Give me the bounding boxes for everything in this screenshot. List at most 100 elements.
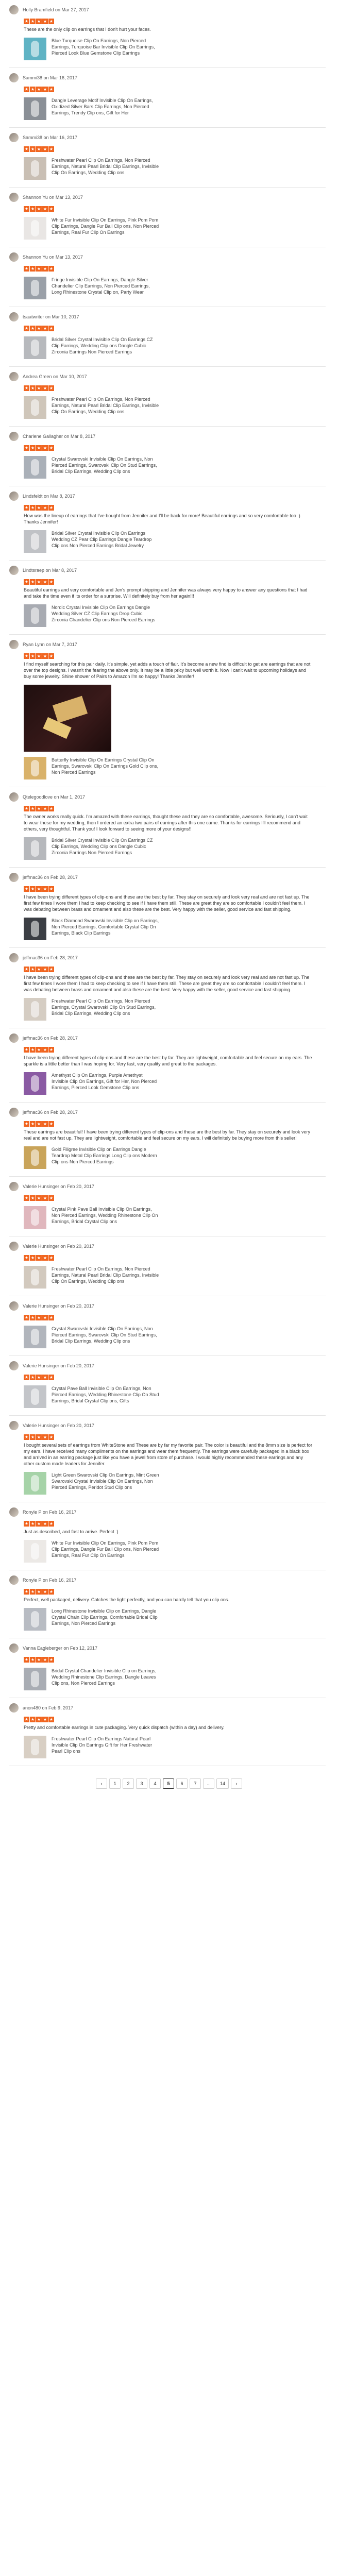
avatar[interactable] [9,1108,19,1117]
purchased-product[interactable]: Freshwater Pearl Clip On Earrings, Non P… [24,396,326,419]
reviewer-name-date[interactable]: Shannon Yu on Mar 13, 2017 [23,195,83,200]
product-thumbnail[interactable] [24,1608,46,1631]
reviewer-name-date[interactable]: Ronyle P on Feb 16, 2017 [23,1578,76,1583]
product-title-link[interactable]: Nordic Crystal Invisible Clip On Earring… [52,604,160,623]
purchased-product[interactable]: Bridal Crystal Chandelier Invisible Clip… [24,1668,326,1690]
product-title-link[interactable]: Gold Filigree Invisible Clip on Earrings… [52,1146,160,1165]
avatar[interactable] [9,1301,19,1311]
page-number-button[interactable]: 4 [149,1778,161,1789]
purchased-product[interactable]: Crystal Pink Pave Ball Invisible Clip On… [24,1206,326,1229]
product-thumbnail[interactable] [24,1472,46,1495]
product-thumbnail[interactable] [24,1206,46,1229]
prev-page-button[interactable]: ‹ [95,1778,107,1789]
purchased-product[interactable]: Dangle Leverage Motif Invisible Clip On … [24,97,326,120]
product-thumbnail[interactable] [24,604,46,627]
review-photo[interactable] [24,685,111,752]
page-number-button[interactable]: 7 [189,1778,201,1789]
page-number-button[interactable]: 6 [176,1778,188,1789]
next-page-button[interactable]: › [231,1778,242,1789]
purchased-product[interactable]: Bridal Silver Crystal Invisible Clip On … [24,530,326,553]
product-title-link[interactable]: Crystal Swarovski Invisible Clip On Earr… [52,456,160,474]
reviewer-name-date[interactable]: Valerie Hunsinger on Feb 20, 2017 [23,1184,94,1189]
reviewer-name-date[interactable]: Valerie Hunsinger on Feb 20, 2017 [23,1303,94,1309]
product-thumbnail[interactable] [24,918,46,940]
product-thumbnail[interactable] [24,757,46,779]
product-title-link[interactable]: Freshwater Pearl Clip On Earrings Natura… [52,1736,160,1754]
purchased-product[interactable]: Nordic Crystal Invisible Clip On Earring… [24,604,326,627]
avatar[interactable] [9,640,19,649]
purchased-product[interactable]: Freshwater Pearl Clip On Earrings, Non P… [24,157,326,180]
purchased-product[interactable]: Freshwater Pearl Clip On Earrings, Non P… [24,998,326,1021]
avatar[interactable] [9,432,19,441]
avatar[interactable] [9,252,19,262]
product-title-link[interactable]: Freshwater Pearl Clip On Earrings, Non P… [52,157,160,176]
product-thumbnail[interactable] [24,157,46,180]
product-thumbnail[interactable] [24,1540,46,1563]
reviewer-name-date[interactable]: jeffmac36 on Feb 28, 2017 [23,1110,78,1115]
product-thumbnail[interactable] [24,277,46,299]
product-thumbnail[interactable] [24,530,46,553]
purchased-product[interactable]: Crystal Swarovski Invisible Clip On Earr… [24,456,326,479]
product-thumbnail[interactable] [24,38,46,60]
avatar[interactable] [9,792,19,802]
reviewer-name-date[interactable]: anon480 on Feb 9, 2017 [23,1705,73,1710]
purchased-product[interactable]: Light Green Swarovski Clip On Earrings, … [24,1472,326,1495]
reviewer-name-date[interactable]: Lindtsraep on Mar 8, 2017 [23,568,77,573]
purchased-product[interactable]: Long Rhinestone Invisible Clip on Earrin… [24,1608,326,1631]
avatar[interactable] [9,1033,19,1043]
purchased-product[interactable]: Crystal Pave Ball Invisible Clip On Earr… [24,1385,326,1408]
avatar[interactable] [9,1643,19,1653]
product-title-link[interactable]: Blue Turquoise Clip On Earrings, Non Pie… [52,38,160,56]
product-thumbnail[interactable] [24,1266,46,1289]
avatar[interactable] [9,193,19,202]
avatar[interactable] [9,372,19,381]
product-title-link[interactable]: Long Rhinestone Invisible Clip on Earrin… [52,1608,160,1626]
product-title-link[interactable]: Freshwater Pearl Clip On Earrings, Non P… [52,998,160,1016]
purchased-product[interactable]: White Fur Invisible Clip On Earrings, Pi… [24,217,326,240]
reviewer-name-date[interactable]: Sammi38 on Mar 16, 2017 [23,135,77,140]
reviewer-name-date[interactable]: Vanna Eagleberger on Feb 12, 2017 [23,1646,97,1651]
reviewer-name-date[interactable]: jeffmac36 on Feb 28, 2017 [23,955,78,960]
avatar[interactable] [9,1361,19,1370]
avatar[interactable] [9,5,19,14]
purchased-product[interactable]: Amethyst Clip On Earrings, Purple Amethy… [24,1072,326,1095]
avatar[interactable] [9,1182,19,1191]
product-title-link[interactable]: Crystal Pink Pave Ball Invisible Clip On… [52,1206,160,1225]
page-number-button[interactable]: 5 [162,1778,174,1789]
reviewer-name-date[interactable]: tsaatwriter on Mar 10, 2017 [23,314,79,319]
avatar[interactable] [9,1575,19,1585]
avatar[interactable] [9,133,19,142]
reviewer-name-date[interactable]: Ronyle P on Feb 16, 2017 [23,1510,76,1515]
product-thumbnail[interactable] [24,456,46,479]
reviewer-name-date[interactable]: Lindsfeldt on Mar 8, 2017 [23,494,75,499]
reviewer-name-date[interactable]: Shannon Yu on Mar 13, 2017 [23,255,83,260]
product-title-link[interactable]: Black Diamond Swarovski Invisible Clip o… [52,918,160,936]
avatar[interactable] [9,1703,19,1713]
avatar[interactable] [9,953,19,962]
product-title-link[interactable]: Butterfly Invisible Clip On Earrings Cry… [52,757,160,775]
reviewer-name-date[interactable]: jeffmac36 on Feb 28, 2017 [23,875,78,880]
product-title-link[interactable]: White Fur Invisible Clip On Earrings, Pi… [52,217,160,235]
purchased-product[interactable]: Fringe Invisible Clip On Earrings, Dangl… [24,277,326,299]
product-title-link[interactable]: Fringe Invisible Clip On Earrings, Dangl… [52,277,160,295]
reviewer-name-date[interactable]: Andrea Green on Mar 10, 2017 [23,374,87,379]
product-title-link[interactable]: Bridal Crystal Chandelier Invisible Clip… [52,1668,160,1686]
product-title-link[interactable]: Dangle Leverage Motif Invisible Clip On … [52,97,160,116]
purchased-product[interactable]: White Fur Invisible Clip On Earrings, Pi… [24,1540,326,1563]
product-thumbnail[interactable] [24,998,46,1021]
product-title-link[interactable]: Crystal Pave Ball Invisible Clip On Earr… [52,1385,160,1404]
product-thumbnail[interactable] [24,217,46,240]
reviewer-name-date[interactable]: Sammi38 on Mar 16, 2017 [23,75,77,80]
reviewer-name-date[interactable]: Valerie Hunsinger on Feb 20, 2017 [23,1423,94,1428]
page-number-button[interactable]: 1 [109,1778,121,1789]
avatar[interactable] [9,566,19,575]
avatar[interactable] [9,1507,19,1517]
product-title-link[interactable]: Bridal Silver Crystal Invisible Clip On … [52,336,160,355]
product-title-link[interactable]: Light Green Swarovski Clip On Earrings, … [52,1472,160,1490]
product-title-link[interactable]: Freshwater Pearl Clip On Earrings, Non P… [52,396,160,415]
page-number-button[interactable]: 3 [136,1778,147,1789]
purchased-product[interactable]: Crystal Swarovski Invisible Clip On Earr… [24,1326,326,1348]
reviewer-name-date[interactable]: jeffmac36 on Feb 28, 2017 [23,1036,78,1041]
product-title-link[interactable]: Bridal Silver Crystal Invisible Clip On … [52,837,160,856]
product-thumbnail[interactable] [24,1736,46,1758]
